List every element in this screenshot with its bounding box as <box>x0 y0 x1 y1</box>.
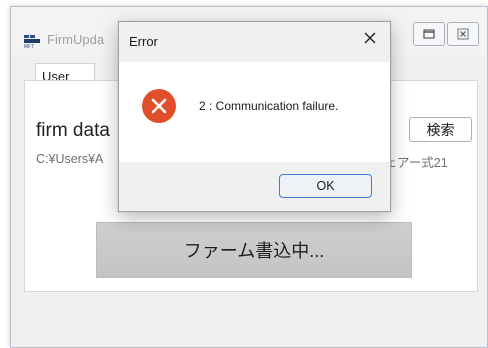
firmware-writing-button[interactable]: ファーム書込中... <box>96 222 412 278</box>
restore-button[interactable] <box>413 22 445 46</box>
close-window-button[interactable] <box>447 22 479 46</box>
error-message: 2 : Communication failure. <box>199 99 339 113</box>
firm-path-text: C:¥Users¥A <box>36 152 104 166</box>
svg-text:MFT: MFT <box>24 44 34 49</box>
ok-button[interactable]: OK <box>279 174 372 198</box>
app-title: FirmUpda <box>47 32 105 47</box>
dialog-title: Error <box>129 34 158 49</box>
dialog-close-button[interactable] <box>358 28 382 52</box>
close-icon <box>457 28 469 40</box>
firm-data-label: firm data <box>36 120 110 141</box>
close-icon <box>363 31 377 50</box>
dialog-body: 2 : Communication failure. <box>119 62 390 162</box>
error-icon <box>141 88 177 124</box>
error-dialog: Error 2 : Communication failure. OK <box>118 21 391 212</box>
search-button[interactable]: 検索 <box>409 117 472 142</box>
firmware-writing-label: ファーム書込中... <box>183 241 325 261</box>
app-icon: MFT <box>23 33 41 50</box>
restore-icon <box>422 28 436 40</box>
